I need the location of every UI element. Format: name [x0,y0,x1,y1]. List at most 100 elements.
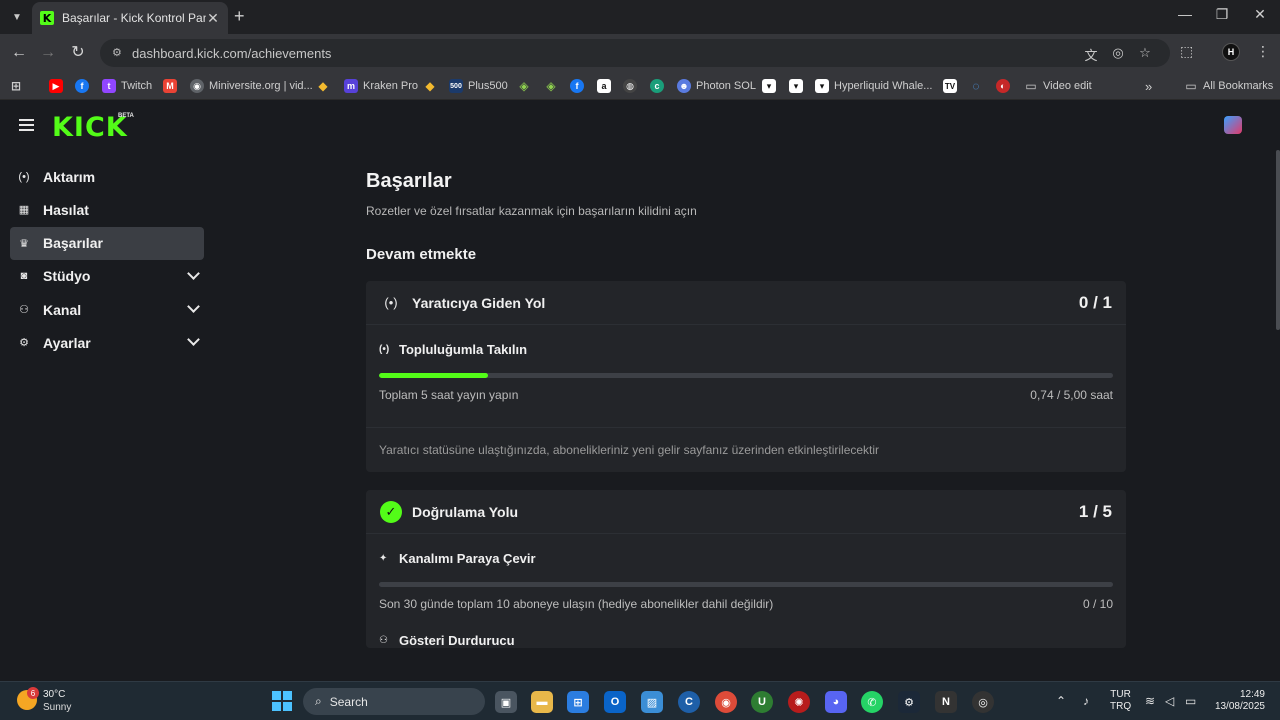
shirt-icon-2[interactable]: ▾ [789,78,803,94]
obs-icon[interactable]: ◎ [972,691,994,713]
steam-icon[interactable]: ⚙ [898,691,920,713]
site-info-icon[interactable]: ⚙ [112,47,124,59]
browser-tab-active[interactable]: K Başarılar - Kick Kontrol Paneli ✕ [32,2,228,34]
sidebar-item-ayarlar[interactable]: ⚙ Ayarlar [10,326,204,359]
volume-icon[interactable]: ◁ [1165,694,1174,708]
reload-icon[interactable]: ↻ [68,43,88,63]
facebook-icon[interactable]: f [75,78,89,94]
apps-grid-icon[interactable]: ⊞ [9,78,23,94]
photos-icon[interactable]: ▨ [641,691,663,713]
windows-start-icon[interactable] [272,691,292,711]
sidebar-item-basarilar[interactable]: ♛ Başarılar [10,226,204,260]
tradingview-icon[interactable]: TV [943,78,957,94]
gmail-icon[interactable]: M [163,78,177,94]
forward-icon[interactable]: → [38,43,58,63]
task-description: Toplam 5 saat yayın yapın [379,388,519,402]
system-clock[interactable]: 12:49 13/08/2025 [1210,689,1265,713]
amazon-icon[interactable]: a [597,78,611,94]
more-bookmarks-chevron-icon[interactable]: » [1145,78,1152,94]
browser-tab-bar: ▼ K Başarılar - Kick Kontrol Paneli ✕ + … [0,0,1280,34]
taskbar-search-box[interactable]: ⌕ Search [303,688,485,715]
sidebar-item-kanal[interactable]: ⚇ Kanal [10,293,204,326]
sidebar: (•) Aktarım ▦ Hasılat ♛ Başarılar ◙ Stüd… [10,160,204,360]
address-bar[interactable]: ⚙ dashboard.kick.com/achievements 文 ◎ ☆ [100,39,1170,67]
discord-icon[interactable]: ◕ [825,691,847,713]
kraken-icon: m [344,79,358,93]
profile-avatar[interactable]: H [1222,43,1240,61]
achievement-card-verification-path: ✓ Doğrulama Yolu 1 / 5 ✦ Kanalımı Paraya… [366,490,1126,648]
weather-temperature: 30°C [43,689,66,700]
store-icon[interactable]: ⊞ [567,691,589,713]
chrome-icon[interactable]: ◉ [715,691,737,713]
wifi-icon[interactable]: ≋ [1145,694,1155,708]
tab-close-icon[interactable]: ✕ [206,10,220,27]
c-app-icon[interactable]: C [678,691,700,713]
verified-badge-icon: ✓ [380,500,402,523]
beta-label: BETA [118,113,134,119]
n-app-icon[interactable]: N [935,691,957,713]
outlook-icon[interactable]: O [604,691,626,713]
swirl-icon[interactable]: ◌ [969,78,983,94]
shirt-icon[interactable]: ▾ [762,78,776,94]
card-header[interactable]: ✓ Doğrulama Yolu 1 / 5 [366,490,1126,534]
leaf-icon[interactable]: ◈ [517,78,531,94]
chevron-down-icon [187,300,200,314]
all-bookmarks-folder[interactable]: ▭ All Bookmarks [1184,78,1273,94]
back-icon[interactable]: ← [9,43,29,63]
sidebar-item-studyo[interactable]: ◙ Stüdyo [10,260,204,293]
minimize-icon[interactable]: — [1175,6,1195,22]
bookmark-video-edit[interactable]: ▭ Video edit [1024,78,1091,94]
bookmarks-bar: ⊞ ▶ f t Twitch M ◉ Miniversite.org | vid..… [0,72,1280,100]
bookmark-photon[interactable]: ☻ Photon SOL [677,78,756,94]
hamburger-menu-icon[interactable] [19,119,34,131]
youtube-icon[interactable]: ▶ [49,78,63,94]
upwork-icon[interactable]: U [751,691,773,713]
close-window-icon[interactable]: ✕ [1250,6,1270,23]
tray-chevron-up-icon[interactable]: ⌃ [1056,694,1066,708]
progress-bar [379,582,1113,587]
folder-icon: ▭ [1025,79,1037,93]
alien-icon[interactable]: ◍ [623,78,637,94]
photon-icon: ☻ [677,79,691,93]
new-tab-plus-icon[interactable]: + [234,7,245,25]
task-title: Kanalımı Paraya Çevir [399,551,536,566]
sidebar-item-aktarim[interactable]: (•) Aktarım [10,160,204,193]
bookmark-plus500[interactable]: 500 Plus500 [449,78,508,94]
windows-taskbar: 6 30°C Sunny ⌕ Search ▣ ▬ ⊞ O ▨ C ◉ U ✺ … [0,681,1280,720]
twitch-icon: t [102,79,116,93]
restore-icon[interactable]: ❐ [1212,6,1232,23]
bookmark-kraken[interactable]: m Kraken Pro [344,78,418,94]
card-header[interactable]: (•) Yaratıcıya Giden Yol 0 / 1 [366,281,1126,325]
tab-search-chevron-icon[interactable]: ▼ [6,6,28,28]
sidebar-item-hasilat[interactable]: ▦ Hasılat [10,193,204,226]
file-explorer-icon[interactable]: ▬ [531,691,553,713]
bookmark-hyperliquid[interactable]: ▾ Hyperliquid Whale... [815,78,932,94]
facebook-icon-2[interactable]: f [570,78,584,94]
whatsapp-icon[interactable]: ✆ [861,691,883,713]
bookmark-miniversite[interactable]: ◉ Miniversite.org | vid... [190,78,313,94]
page-scrollbar[interactable] [1276,150,1280,330]
leaf-icon-2[interactable]: ◈ [544,78,558,94]
red-shield-icon[interactable]: ✺ [788,691,810,713]
bookmark-twitch[interactable]: t Twitch [102,78,152,94]
kick-logo[interactable]: KICK [52,112,128,143]
extensions-icon[interactable]: ⬚ [1180,43,1193,60]
menu-dots-icon[interactable]: ⋮ [1256,43,1270,60]
user-avatar[interactable] [1224,116,1242,134]
binance-icon[interactable]: ◆ [316,78,330,94]
kick-favicon-icon: K [40,11,54,25]
red-app-icon[interactable]: ◐ [996,78,1010,94]
trophy-icon: ♛ [19,237,29,250]
bookmark-star-icon[interactable]: ☆ [1136,45,1154,61]
microphone-icon[interactable]: ♪ [1083,694,1089,708]
users-icon: ⚇ [19,304,29,317]
globe-icon: ◉ [190,79,204,93]
tracking-off-eye-icon[interactable]: ◎ [1109,45,1127,61]
binance-icon-2[interactable]: ◆ [423,78,437,94]
task-view-icon[interactable]: ▣ [495,691,517,713]
broadcast-icon: (•) [18,170,30,183]
translate-icon[interactable]: 文 [1082,45,1100,64]
coin-icon[interactable]: c [650,78,664,94]
input-language[interactable]: TUR TRQ [1110,689,1131,713]
battery-icon[interactable]: ▭ [1185,694,1196,708]
